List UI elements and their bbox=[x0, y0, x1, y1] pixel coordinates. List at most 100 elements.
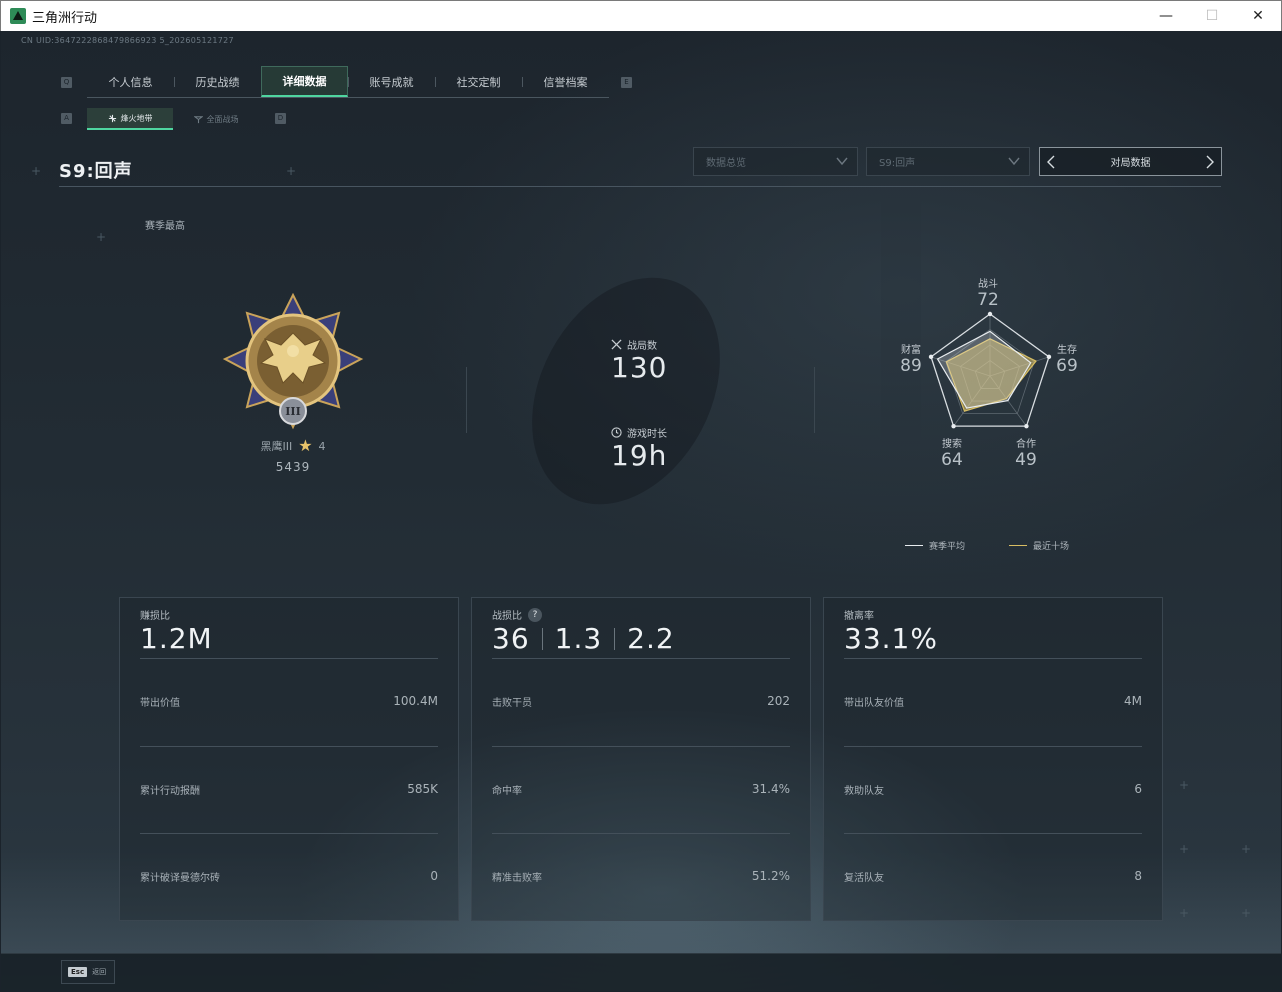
card-main-value-text: 33.1% bbox=[844, 622, 938, 655]
card-main-value: 33.1% bbox=[844, 622, 938, 655]
card-main-value-text: 2.2 bbox=[627, 622, 675, 655]
kd-ratio-card: 战损比 ? 36 1.3 2.2 击败干员 202 命中率 31.4% 精准击败率 5… bbox=[471, 597, 811, 921]
radar-value-teamwork: 49 bbox=[1015, 450, 1037, 470]
card-divider bbox=[492, 658, 790, 659]
data-overview-dropdown[interactable]: 数据总览 bbox=[693, 147, 858, 176]
radar-label-combat: 战斗 bbox=[978, 279, 998, 290]
chevron-right-icon[interactable] bbox=[1203, 154, 1217, 170]
tab-credit-record[interactable]: 信誉档案 bbox=[522, 66, 609, 97]
card-divider bbox=[844, 658, 1142, 659]
card-row: 救助队友 6 bbox=[844, 782, 1142, 797]
card-row: 命中率 31.4% bbox=[492, 782, 790, 797]
legend-label: 赛季平均 bbox=[929, 542, 966, 552]
tab-personal-info[interactable]: 个人信息 bbox=[87, 66, 174, 97]
playtime-label: 游戏时长 bbox=[611, 425, 667, 440]
game-viewport: ​ + + + + + + + + CN UID:364722286847986… bbox=[1, 31, 1281, 991]
row-value: 51.2% bbox=[751, 869, 790, 883]
row-value: 100.4M bbox=[393, 694, 438, 708]
key-hint-next-sub: D bbox=[275, 113, 286, 124]
radar-value-search: 64 bbox=[941, 450, 963, 470]
decor-plus: + bbox=[1241, 906, 1252, 920]
rank-name: 黑鹰III bbox=[260, 440, 293, 453]
tab-achievements[interactable]: 账号成就 bbox=[348, 66, 435, 97]
key-hint-next-tab: E bbox=[621, 77, 632, 88]
season-dropdown[interactable]: S9:回声 bbox=[866, 147, 1030, 176]
close-button[interactable]: ✕ bbox=[1235, 1, 1281, 31]
profit-loss-card: 赚损比 1.2M 带出价值 100.4M 累计行动报酬 585K 累计破译曼德尔砖 0 bbox=[119, 597, 459, 921]
subtab-label: 烽火地带 bbox=[120, 113, 153, 123]
tab-social[interactable]: 社交定制 bbox=[435, 66, 522, 97]
rank-stars: 4 bbox=[318, 439, 326, 453]
section-divider bbox=[466, 367, 467, 433]
legend-label: 最近十场 bbox=[1033, 542, 1070, 552]
matches-label-text: 战局数 bbox=[627, 341, 657, 352]
subtab-hazard-zone[interactable]: 烽火地带 bbox=[87, 108, 173, 130]
subtab-warfare[interactable]: 全面战场 bbox=[173, 108, 259, 130]
match-data-label: 对局数据 bbox=[1110, 158, 1151, 169]
crossed-swords-icon bbox=[611, 339, 622, 350]
radar-label-survival: 生存 bbox=[1057, 345, 1077, 356]
operations-icon bbox=[108, 114, 116, 122]
card-row: 带出价值 100.4M bbox=[140, 694, 438, 709]
radar-value-survival: 69 bbox=[1056, 356, 1078, 376]
chevron-down-icon bbox=[836, 157, 848, 166]
decor-plus: + bbox=[1241, 842, 1252, 856]
chevron-down-icon bbox=[1008, 157, 1020, 166]
card-title: 赚损比 bbox=[140, 607, 170, 622]
row-value: 31.4% bbox=[751, 782, 790, 796]
main-tab-bar: 个人信息 历史战绩 详细数据 账号成就 社交定制 信誉档案 bbox=[87, 66, 609, 98]
radar-vertex-dot bbox=[987, 311, 993, 317]
card-row: 复活队友 8 bbox=[844, 869, 1142, 884]
radar-value-wealth: 89 bbox=[900, 356, 922, 376]
row-value: 202 bbox=[767, 694, 790, 708]
row-value: 4M bbox=[1124, 694, 1142, 708]
card-row: 精准击败率 51.2% bbox=[492, 869, 790, 884]
card-row: 累计破译曼德尔砖 0 bbox=[140, 869, 438, 884]
rank-info: 黑鹰III ★ 4 bbox=[237, 438, 349, 454]
playtime-label-text: 游戏时长 bbox=[627, 429, 667, 440]
maximize-button[interactable]: ☐ bbox=[1189, 1, 1235, 31]
match-data-selector[interactable]: 对局数据 bbox=[1039, 147, 1222, 176]
radar-vertex-dot bbox=[951, 423, 956, 429]
help-icon[interactable]: ? bbox=[528, 607, 542, 622]
decor-plus: + bbox=[96, 230, 107, 244]
back-button[interactable]: Esc 返回 bbox=[61, 960, 115, 984]
card-main-value-text: 1.3 bbox=[554, 622, 603, 655]
decor-plus: + bbox=[1179, 842, 1190, 856]
tab-detailed-data[interactable]: 详细数据 bbox=[261, 66, 348, 97]
app-logo-icon bbox=[10, 8, 26, 24]
card-divider bbox=[844, 746, 1142, 747]
decor-plus: + bbox=[1179, 778, 1190, 792]
row-label: 复活队友 bbox=[844, 873, 884, 884]
card-main-value-text: 1.2M bbox=[140, 622, 213, 655]
row-value: 8 bbox=[1134, 869, 1142, 883]
rank-points: 5439 bbox=[275, 460, 311, 474]
chevron-left-icon[interactable] bbox=[1044, 154, 1058, 170]
esc-key-icon: Esc bbox=[68, 967, 88, 977]
card-divider bbox=[844, 833, 1142, 834]
key-hint-prev-tab: Q bbox=[61, 77, 72, 88]
row-value: 0 bbox=[430, 869, 438, 883]
card-row: 带出队友价值 4M bbox=[844, 694, 1142, 709]
header-divider bbox=[59, 186, 1221, 187]
tab-match-history[interactable]: 历史战绩 bbox=[174, 66, 261, 97]
minimize-button[interactable]: — bbox=[1143, 1, 1189, 31]
row-label: 累计破译曼德尔砖 bbox=[140, 873, 220, 884]
playtime-value: 19h bbox=[611, 439, 668, 472]
radar-value-combat: 72 bbox=[977, 290, 999, 310]
card-divider bbox=[140, 746, 438, 747]
radar-vertex-dot bbox=[1024, 423, 1029, 429]
card-divider bbox=[492, 833, 790, 834]
extraction-rate-card: 撤离率 33.1% 带出队友价值 4M 救助队友 6 复活队友 8 bbox=[823, 597, 1163, 921]
season-best-label: 赛季最高 bbox=[145, 221, 185, 232]
radar-label-wealth: 财富 bbox=[901, 345, 921, 356]
card-divider bbox=[140, 658, 438, 659]
card-main-value-text: 36 bbox=[492, 622, 530, 655]
rank-medal-icon: III bbox=[222, 293, 364, 430]
section-divider bbox=[814, 367, 815, 433]
row-label: 救助队友 bbox=[844, 786, 884, 797]
card-title-text: 撤离率 bbox=[844, 611, 874, 622]
row-value: 585K bbox=[407, 782, 438, 796]
card-main-value: 36 1.3 2.2 bbox=[492, 622, 675, 655]
dropdown-value: S9:回声 bbox=[879, 158, 916, 169]
